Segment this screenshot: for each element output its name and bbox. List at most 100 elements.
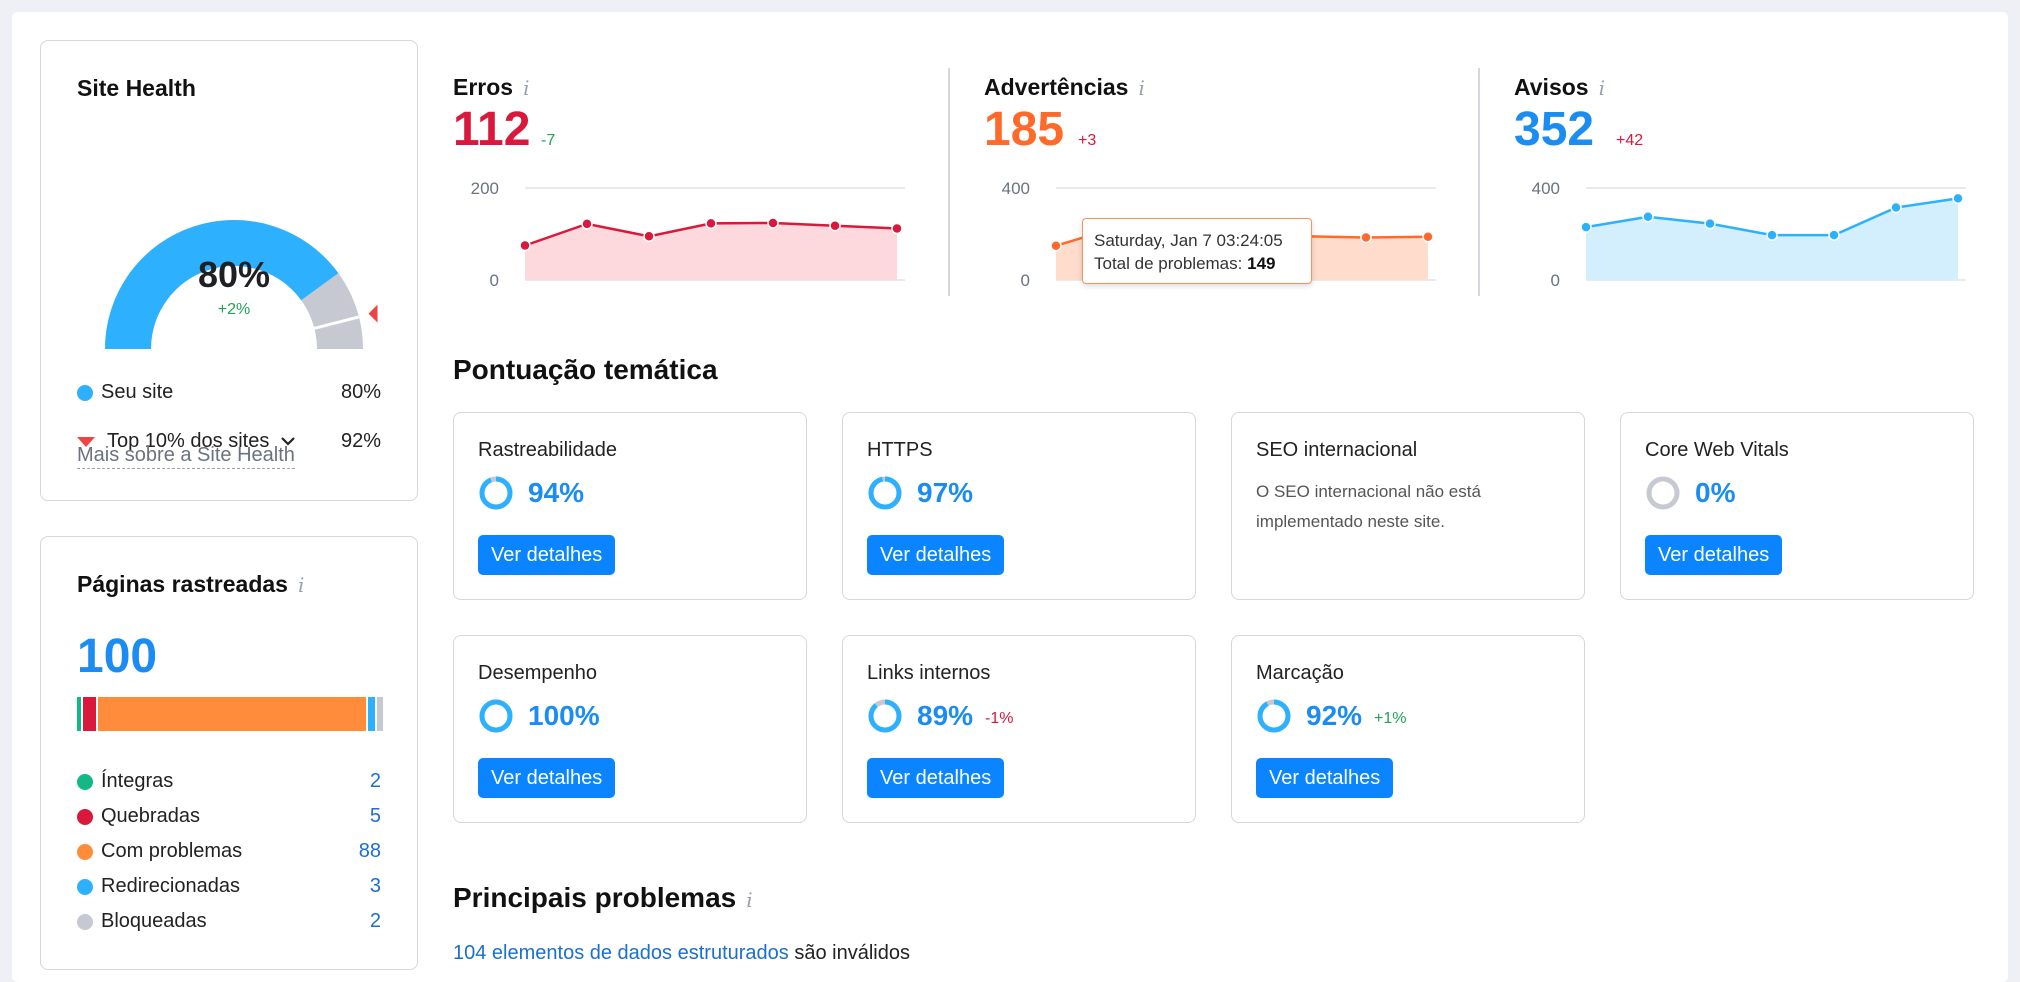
- quebradas-dot: [77, 808, 93, 825]
- problems-section-title: Principais problemas i: [453, 882, 753, 914]
- theme-pct: 94%: [528, 477, 585, 508]
- ver-detalhes-button[interactable]: Ver detalhes: [867, 535, 1005, 575]
- crawled-pages-title: Páginas rastreadas i: [77, 571, 304, 598]
- crawl-row-bloqueadas: Bloqueadas 2: [77, 910, 381, 933]
- thematic-section-title: Pontuação temática: [453, 354, 718, 385]
- y-tick-label: 200: [471, 179, 499, 198]
- more-site-health-link[interactable]: Mais sobre a Site Health: [77, 444, 295, 469]
- site-health-gauge: 80% +2%: [105, 220, 378, 350]
- metric-erros: Erros i 112 -7 200 0: [453, 66, 923, 300]
- theme-pct: 89%: [917, 700, 974, 731]
- data-point[interactable]: [1642, 211, 1654, 223]
- data-point[interactable]: [581, 218, 593, 230]
- ver-detalhes-button[interactable]: Ver detalhes: [478, 535, 616, 575]
- theme-name: Core Web Vitals: [1645, 439, 1789, 461]
- info-icon[interactable]: i: [523, 76, 529, 100]
- ring-progress: [1257, 699, 1291, 733]
- theme-card-core-web-vitals: Core Web Vitals 0% Ver detalhes: [1620, 412, 1974, 600]
- y-tick-label: 400: [1002, 179, 1030, 198]
- data-point[interactable]: [767, 217, 779, 229]
- site-health-card: Site Health 80% +2% Seu site 80% Top 10%…: [40, 40, 418, 501]
- data-point[interactable]: [1952, 192, 1964, 205]
- crawl-label: Com problemas: [101, 840, 243, 862]
- theme-card-marcacao: Marcação 92% +1% Ver detalhes: [1231, 635, 1585, 823]
- data-point[interactable]: [1422, 231, 1434, 243]
- ver-detalhes-button[interactable]: Ver detalhes: [867, 758, 1005, 798]
- crawl-label: Íntegras: [101, 770, 174, 792]
- theme-score: 100%: [478, 698, 600, 734]
- stacked-bar-segment: [376, 697, 383, 731]
- crawl-value[interactable]: 88: [359, 840, 381, 863]
- data-point[interactable]: [519, 239, 531, 252]
- metric-title: Advertências i: [984, 74, 1145, 101]
- site-health-delta: +2%: [218, 301, 250, 318]
- data-point[interactable]: [1360, 231, 1372, 244]
- data-point[interactable]: [829, 219, 841, 232]
- problem-rest-text: são inválidos: [794, 942, 910, 964]
- ver-detalhes-button[interactable]: Ver detalhes: [1256, 758, 1394, 798]
- crawl-row-com-problemas: Com problemas 88: [77, 840, 381, 863]
- crawl-value[interactable]: 2: [370, 770, 381, 793]
- score-ring-icon: [868, 699, 902, 733]
- score-ring-icon: [479, 476, 513, 510]
- metric-value[interactable]: 112: [453, 102, 530, 157]
- theme-pct: 92%: [1306, 700, 1363, 731]
- stacked-bar-segment: [367, 697, 377, 731]
- info-icon[interactable]: i: [298, 573, 304, 597]
- score-ring-icon: [868, 476, 902, 510]
- problem-link[interactable]: 104 elementos de dados estruturados: [453, 942, 789, 964]
- crawled-pages-title-text: Páginas rastreadas: [77, 571, 288, 597]
- gauge-top10-marker: [368, 304, 378, 323]
- theme-name: Links internos: [867, 662, 991, 684]
- info-icon[interactable]: i: [1599, 76, 1605, 100]
- data-point[interactable]: [1704, 217, 1716, 230]
- data-point[interactable]: [1050, 239, 1062, 252]
- ring-progress: [479, 476, 513, 510]
- stacked-bar-segment: [98, 697, 368, 731]
- info-icon[interactable]: i: [746, 888, 752, 912]
- metric-title-text: Erros: [453, 74, 514, 100]
- metric-value[interactable]: 185: [984, 102, 1064, 157]
- ver-detalhes-button[interactable]: Ver detalhes: [1645, 535, 1783, 575]
- seu-site-dot: [77, 384, 93, 401]
- metric-delta: +42: [1616, 132, 1644, 149]
- crawl-label: Quebradas: [101, 805, 200, 827]
- chart-tooltip: Saturday, Jan 7 03:24:05 Total de proble…: [1082, 218, 1312, 284]
- com-problemas-dot: [77, 843, 93, 860]
- problems-title-text: Principais problemas: [453, 882, 737, 913]
- info-icon[interactable]: i: [1138, 76, 1144, 100]
- data-point[interactable]: [1580, 221, 1592, 233]
- crawl-value[interactable]: 2: [370, 910, 381, 933]
- theme-card-desempenho: Desempenho 100% Ver detalhes: [453, 635, 807, 823]
- data-point[interactable]: [891, 222, 903, 235]
- y-tick-label: 400: [1532, 179, 1560, 198]
- y-tick-label: 0: [1021, 271, 1030, 290]
- stacked-bar-segment: [83, 697, 99, 731]
- crawl-label: Bloqueadas: [101, 910, 207, 932]
- metric-title: Erros i: [453, 74, 530, 101]
- erros-chart: 2000: [471, 179, 905, 290]
- tooltip-date: Saturday, Jan 7 03:24:05: [1094, 231, 1283, 250]
- metric-title: Avisos i: [1514, 74, 1605, 101]
- data-point[interactable]: [1766, 229, 1778, 241]
- ver-detalhes-button[interactable]: Ver detalhes: [478, 758, 616, 798]
- data-point[interactable]: [1890, 201, 1902, 214]
- data-point[interactable]: [705, 217, 717, 230]
- data-point[interactable]: [1828, 229, 1840, 241]
- ring-progress: [868, 476, 902, 510]
- site-health-title: Site Health: [77, 75, 196, 101]
- data-point[interactable]: [643, 230, 655, 243]
- bloqueadas-dot: [77, 913, 93, 930]
- crawl-value[interactable]: 3: [370, 875, 381, 898]
- crawled-stacked-bar: [77, 697, 383, 731]
- metric-avisos: Avisos i 352 +42 400 0: [1514, 66, 1984, 300]
- theme-score: 97%: [867, 475, 973, 511]
- crawl-value[interactable]: 5: [370, 805, 381, 828]
- metric-delta: +3: [1078, 132, 1097, 149]
- score-ring-icon: [1646, 476, 1680, 510]
- metric-title-text: Advertências: [984, 74, 1129, 100]
- theme-card-https: HTTPS 97% Ver detalhes: [842, 412, 1196, 600]
- metric-value[interactable]: 352: [1514, 102, 1594, 157]
- legend-top10-value: 92%: [340, 430, 381, 452]
- theme-score: 94%: [478, 475, 584, 511]
